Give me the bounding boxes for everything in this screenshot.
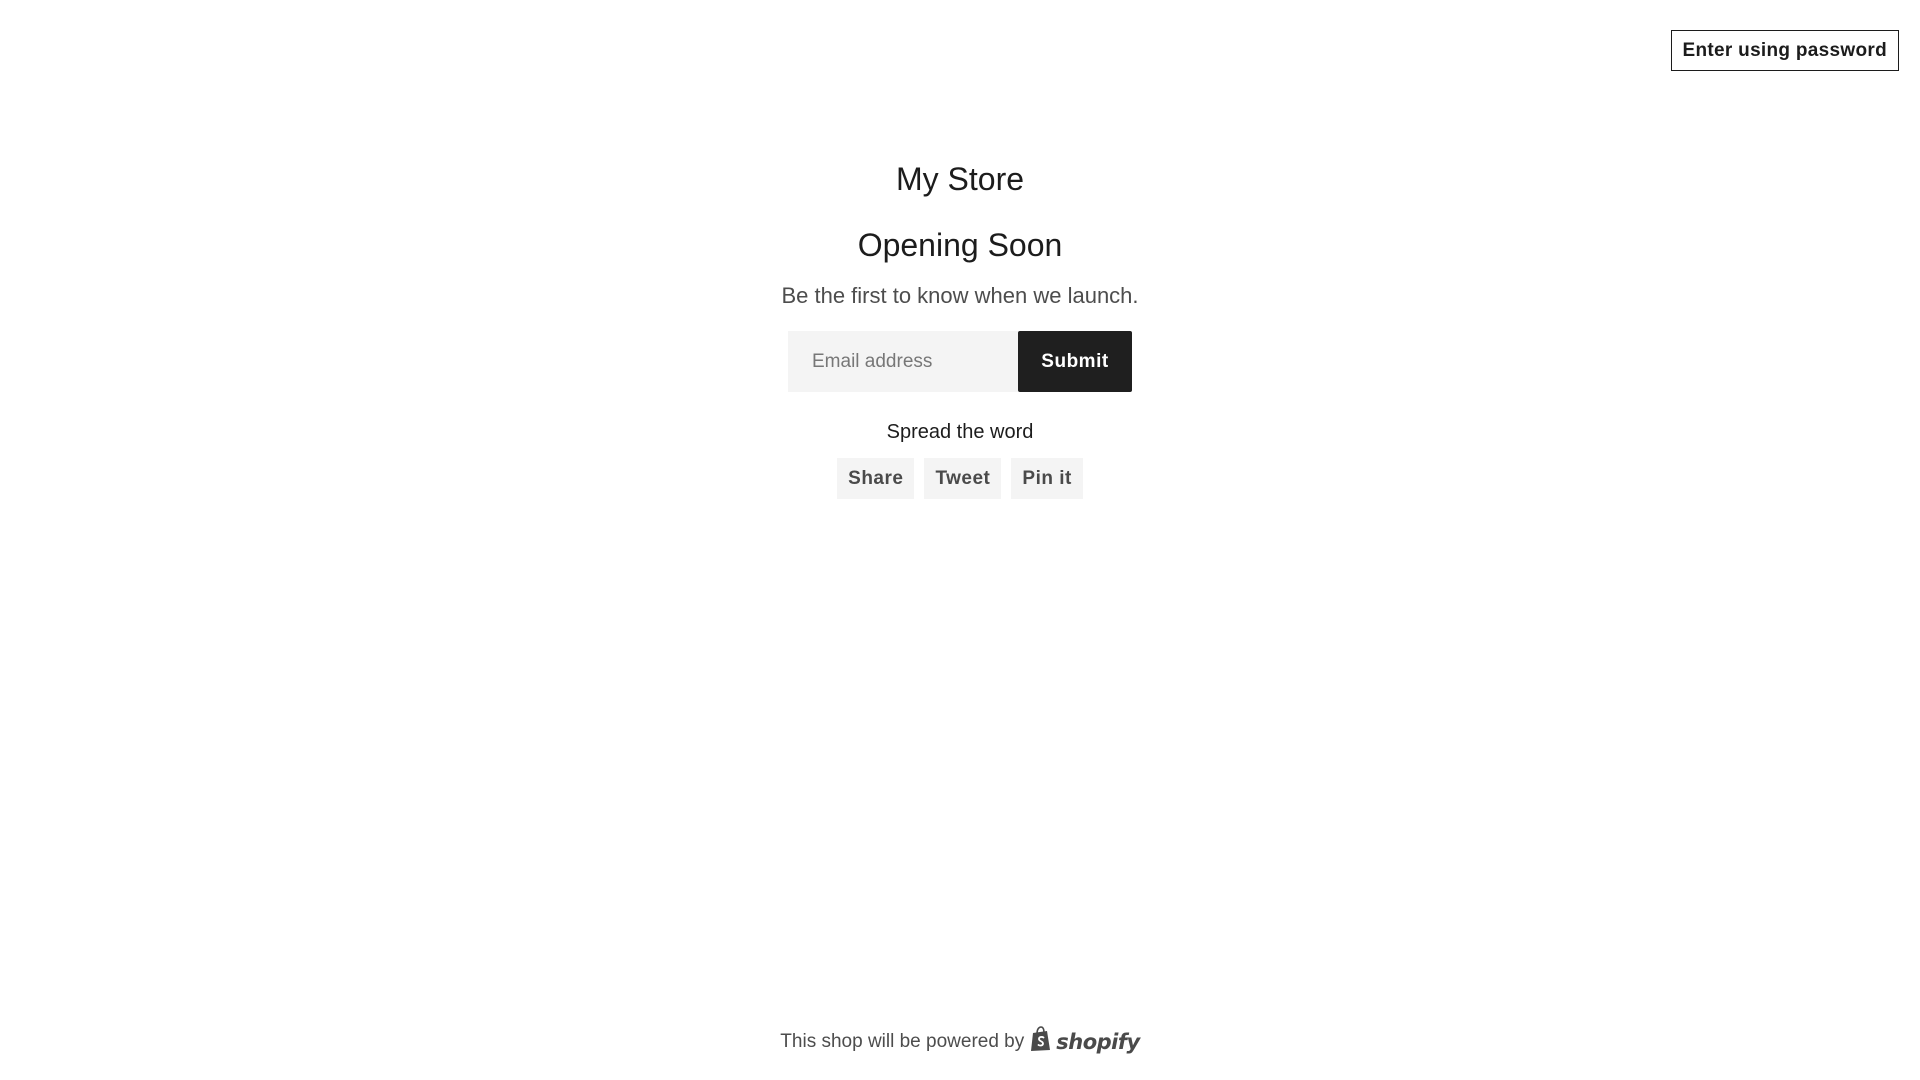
opening-soon-heading: Opening Soon — [857, 227, 1063, 263]
email-input[interactable] — [788, 331, 1018, 392]
store-name: My Store — [895, 161, 1025, 197]
shopify-bag-icon — [1030, 1026, 1052, 1058]
tweet-button[interactable]: Tweet — [924, 458, 1002, 499]
shopify-link[interactable]: shopify — [1030, 1026, 1140, 1058]
launch-subtext: Be the first to know when we launch. — [781, 283, 1139, 308]
enter-using-password-button[interactable]: Enter using password — [1670, 30, 1899, 71]
pin-it-button[interactable]: Pin it — [1011, 458, 1083, 499]
share-buttons: Share Tweet Pin it — [0, 458, 1920, 499]
submit-button[interactable]: Submit — [1018, 331, 1132, 392]
password-page: Enter using password My Store Opening So… — [0, 0, 1920, 1080]
footer: This shop will be powered by shopify — [0, 1026, 1920, 1058]
spread-the-word-label: Spread the word — [886, 421, 1034, 443]
powered-by-text: This shop will be powered by — [780, 1031, 1025, 1052]
newsletter-form: Submit — [0, 331, 1920, 392]
main-content: My Store Opening Soon Be the first to kn… — [0, 160, 1920, 499]
share-facebook-button[interactable]: Share — [837, 458, 915, 499]
shopify-wordmark: shopify — [1056, 1030, 1140, 1054]
